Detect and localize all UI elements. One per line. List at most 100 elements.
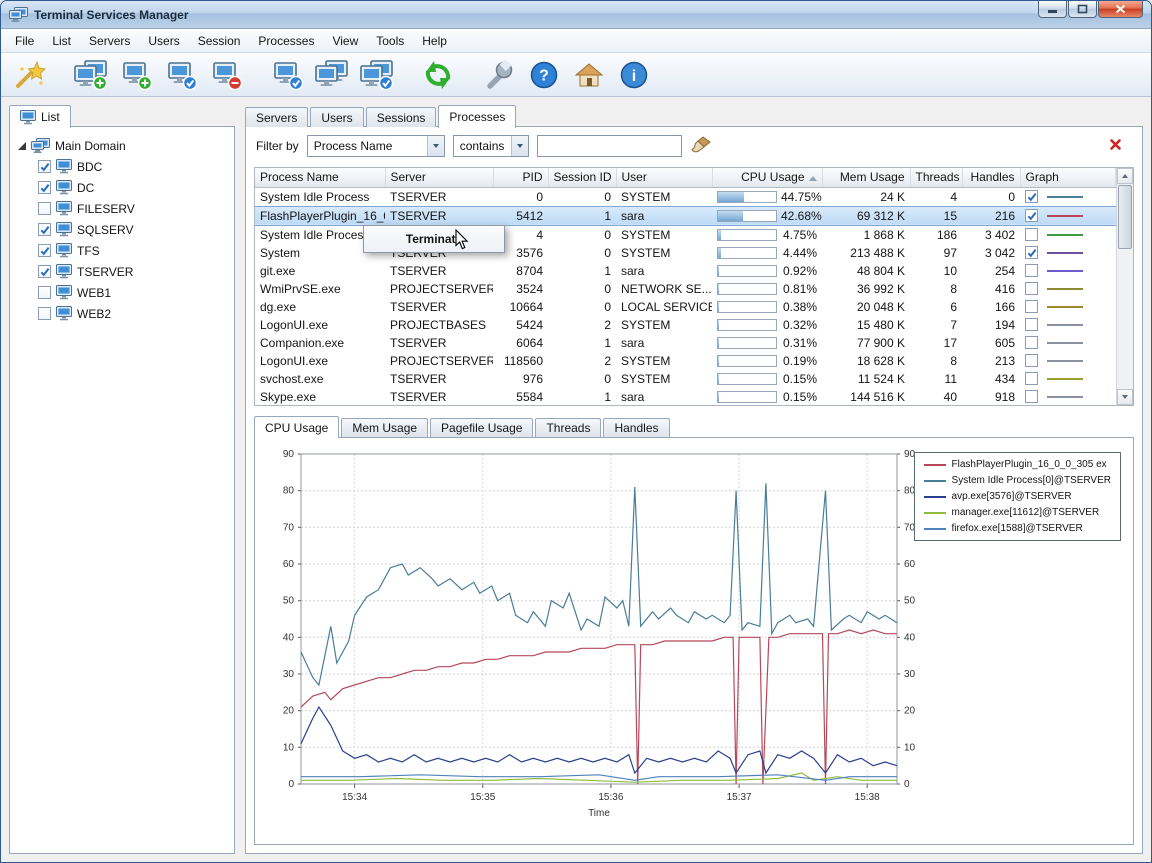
minimize-button[interactable] — [1038, 1, 1067, 18]
cpu-usage-value: 4.75% — [781, 226, 817, 244]
scroll-up-button[interactable] — [1117, 168, 1133, 184]
cell-server: PROJECTSERVER — [385, 352, 493, 370]
tree-item-dc[interactable]: DC — [14, 177, 230, 198]
column-header-graph[interactable]: Graph — [1020, 168, 1116, 187]
help-icon[interactable]: ? — [525, 57, 563, 93]
tree-item-bdc[interactable]: BDC — [14, 156, 230, 177]
tree-checkbox[interactable] — [38, 181, 51, 194]
add-server-icon[interactable] — [72, 57, 110, 93]
tree-item-tfs[interactable]: TFS — [14, 240, 230, 261]
tab-threads[interactable]: Threads — [535, 418, 601, 437]
graph-checkbox[interactable] — [1025, 264, 1038, 277]
tab-pagefile-usage[interactable]: Pagefile Usage — [430, 418, 533, 437]
connect-server-icon[interactable] — [268, 57, 306, 93]
menu-item-processes[interactable]: Processes — [250, 31, 322, 51]
menu-item-file[interactable]: File — [7, 31, 42, 51]
home-icon[interactable] — [570, 57, 608, 93]
graph-checkbox[interactable] — [1025, 282, 1038, 295]
tree-checkbox[interactable] — [38, 265, 51, 278]
tree-checkbox[interactable] — [38, 223, 51, 236]
tab-mem-usage[interactable]: Mem Usage — [341, 418, 428, 437]
sidebar-tab-list[interactable]: List — [9, 105, 71, 128]
table-row[interactable]: Skype.exeTSERVER55841sara0.15%144 516 K4… — [255, 388, 1116, 406]
reconnect-servers-icon[interactable] — [358, 57, 396, 93]
filter-input[interactable] — [537, 135, 682, 157]
svg-text:15:37: 15:37 — [727, 792, 752, 803]
tree-item-fileserv[interactable]: FILESERV — [14, 198, 230, 219]
maximize-button[interactable] — [1068, 1, 1097, 18]
edit-server-icon[interactable] — [162, 57, 200, 93]
table-row[interactable]: Companion.exeTSERVER60641sara0.31%77 900… — [255, 334, 1116, 352]
menu-item-view[interactable]: View — [324, 31, 366, 51]
menu-item-help[interactable]: Help — [414, 31, 455, 51]
filter-operator-dropdown[interactable]: contains — [453, 135, 529, 157]
graph-checkbox[interactable] — [1025, 209, 1038, 222]
vertical-scrollbar[interactable] — [1116, 168, 1133, 405]
table-row[interactable]: svchost.exeTSERVER9760SYSTEM0.15%11 524 … — [255, 370, 1116, 388]
graph-checkbox[interactable] — [1025, 190, 1038, 203]
table-row[interactable]: dg.exeTSERVER106640LOCAL SERVICE0.38%20 … — [255, 298, 1116, 316]
tree-item-sqlserv[interactable]: SQLSERV — [14, 219, 230, 240]
menu-item-users[interactable]: Users — [140, 31, 187, 51]
table-row[interactable]: git.exeTSERVER87041sara0.92%48 804 K1025… — [255, 262, 1116, 280]
menu-item-servers[interactable]: Servers — [81, 31, 138, 51]
table-row[interactable]: FlashPlayerPlugin_16_0_0...TSERVER54121s… — [255, 206, 1116, 225]
tree-checkbox[interactable] — [38, 244, 51, 257]
tab-users[interactable]: Users — [310, 107, 363, 127]
column-header-mem-usage[interactable]: Mem Usage — [822, 168, 910, 187]
column-header-process-name[interactable]: Process Name — [255, 168, 385, 187]
settings-wrench-icon[interactable] — [480, 57, 518, 93]
table-row[interactable]: WmiPrvSE.exePROJECTSERVER35240NETWORK SE… — [255, 280, 1116, 298]
column-header-user[interactable]: User — [616, 168, 712, 187]
menu-item-tools[interactable]: Tools — [368, 31, 412, 51]
tab-handles[interactable]: Handles — [603, 418, 669, 437]
add-group-icon[interactable] — [117, 57, 155, 93]
menu-item-list[interactable]: List — [44, 31, 79, 51]
column-header-server[interactable]: Server — [385, 168, 493, 187]
remove-server-icon[interactable] — [207, 57, 245, 93]
column-header-handles[interactable]: Handles — [962, 168, 1020, 187]
splitter[interactable] — [246, 406, 1142, 416]
tree-item-web1[interactable]: WEB1 — [14, 282, 230, 303]
clear-filter-brush-icon[interactable] — [690, 135, 712, 158]
tab-servers[interactable]: Servers — [245, 107, 308, 127]
filter-field-dropdown[interactable]: Process Name — [307, 135, 445, 157]
graph-checkbox[interactable] — [1025, 354, 1038, 367]
scrollbar-track[interactable] — [1117, 184, 1133, 389]
menu-item-session[interactable]: Session — [190, 31, 249, 51]
tree-checkbox[interactable] — [38, 160, 51, 173]
info-icon[interactable]: i — [615, 57, 653, 93]
table-row[interactable]: System Idle ProcessTSERVER00SYSTEM44.75%… — [255, 187, 1116, 206]
refresh-icon[interactable] — [419, 57, 457, 93]
servers-icon[interactable] — [313, 57, 351, 93]
wizard-icon[interactable] — [11, 57, 49, 93]
tree-expander-icon[interactable] — [18, 142, 26, 150]
tab-sessions[interactable]: Sessions — [366, 107, 437, 127]
tab-cpu-usage[interactable]: CPU Usage — [254, 416, 339, 438]
tree-checkbox[interactable] — [38, 202, 51, 215]
scrollbar-thumb[interactable] — [1118, 185, 1132, 249]
graph-checkbox[interactable] — [1025, 318, 1038, 331]
table-row[interactable]: LogonUI.exePROJECTBASES54242SYSTEM0.32%1… — [255, 316, 1116, 334]
column-header-threads[interactable]: Threads — [910, 168, 962, 187]
tree-checkbox[interactable] — [38, 307, 51, 320]
graph-checkbox[interactable] — [1025, 246, 1038, 259]
graph-checkbox[interactable] — [1025, 300, 1038, 313]
close-view-icon[interactable] — [1109, 138, 1122, 154]
column-header-session-id[interactable]: Session ID — [548, 168, 616, 187]
scroll-down-button[interactable] — [1117, 389, 1133, 405]
column-header-cpu-usage[interactable]: CPU Usage — [712, 168, 822, 187]
close-button[interactable] — [1098, 1, 1143, 18]
table-row[interactable]: LogonUI.exePROJECTSERVER1185602SYSTEM0.1… — [255, 352, 1116, 370]
column-header-pid[interactable]: PID — [493, 168, 548, 187]
graph-checkbox[interactable] — [1025, 336, 1038, 349]
graph-checkbox[interactable] — [1025, 390, 1038, 403]
tree-checkbox[interactable] — [38, 286, 51, 299]
tree-item-main-domain[interactable]: Main Domain — [14, 135, 230, 156]
graph-checkbox[interactable] — [1025, 228, 1038, 241]
context-menu-item-terminate[interactable]: Terminate — [366, 228, 502, 250]
tab-processes[interactable]: Processes — [438, 105, 516, 128]
tree-item-web2[interactable]: WEB2 — [14, 303, 230, 324]
tree-item-tserver[interactable]: TSERVER — [14, 261, 230, 282]
graph-checkbox[interactable] — [1025, 372, 1038, 385]
